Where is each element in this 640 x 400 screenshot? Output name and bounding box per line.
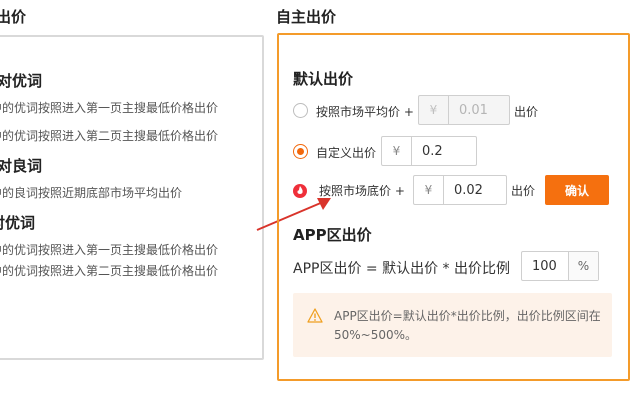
market-floor-input[interactable]: ¥ 0.02 [413,175,507,205]
rule-line: 中的优词按照进入第二页主搜最低价格出价 [0,264,219,278]
currency-symbol: ¥ [382,137,412,165]
rule-heading-2: 针对良词 [0,157,43,175]
auto-bid-rules-panel: 针对优词 中的优词按照进入第一页主搜最低价格出价 中的优词按照进入第二页主搜最低… [0,35,264,360]
rule-line: 中的优词按照进入第一页主搜最低价格出价 [0,243,219,257]
option-suffix: 出价 [511,184,536,198]
confirm-button[interactable]: 确认 [545,175,609,205]
right-panel-title: 自主出价 [276,8,337,26]
option-suffix: 出价 [514,105,539,119]
currency-symbol: ¥ [414,176,444,204]
warning-icon [307,308,323,323]
fire-icon [293,184,307,198]
custom-bid-input[interactable]: ¥ 0.2 [381,136,477,166]
option-label-market-average: 按照市场平均价 + [316,105,414,119]
app-bid-title: APP区出价 [293,226,372,244]
option-label-market-floor: 按照市场底价 + [319,184,405,198]
market-average-input[interactable]: ¥ 0.01 [418,95,510,125]
tip-text: APP区出价=默认出价*出价比例，出价比例区间在50%~500%。 [334,309,601,342]
rule-line: 中的优词按照进入第二页主搜最低价格出价 [0,129,219,143]
input-value: 100 [532,258,557,274]
left-panel-title: 出价 [0,8,27,26]
rule-heading-1: 针对优词 [0,72,43,90]
rule-line: 中的优词按照进入第一页主搜最低价格出价 [0,101,219,115]
bid-ratio-input[interactable]: 100 % [521,251,599,281]
currency-symbol: ¥ [419,96,449,124]
percent-unit: % [568,252,598,280]
rule-line: 中的良词按照近期底部市场平均出价 [0,186,183,200]
app-bid-formula: APP区出价 = 默认出价 * 出价比例 [293,261,510,277]
input-value: 0.02 [454,182,483,198]
default-bid-title: 默认出价 [293,70,354,88]
rule-heading-3: 对优词 [0,214,36,232]
input-value: 0.01 [459,102,488,118]
option-label-custom-bid: 自定义出价 [316,146,377,160]
radio-custom-bid[interactable] [293,144,308,159]
input-value: 0.2 [422,143,443,159]
radio-market-average[interactable] [293,103,308,118]
